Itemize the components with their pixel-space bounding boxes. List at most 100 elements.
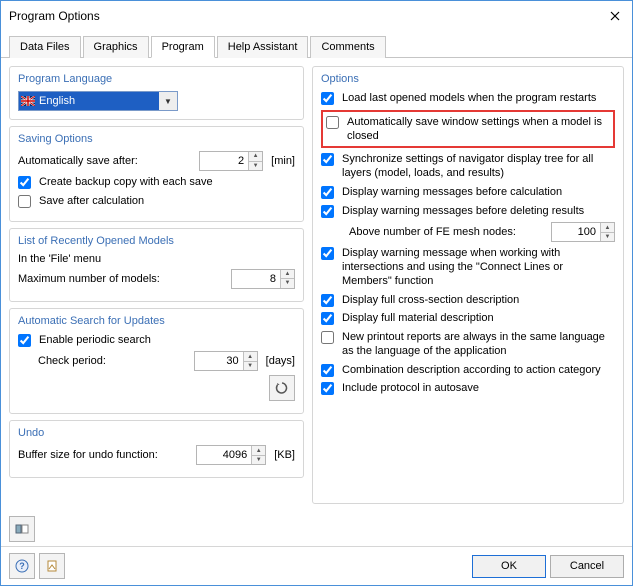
above-nodes-spinner[interactable]: ▲▼ [551, 222, 615, 242]
help-button[interactable]: ? [9, 553, 35, 579]
warn-delete-label: Display warning messages before deleting… [342, 204, 615, 219]
check-period-spinner[interactable]: ▲▼ [194, 351, 258, 371]
config-button[interactable] [9, 516, 35, 542]
reports-lang-checkbox[interactable] [321, 331, 334, 344]
full-mat-label: Display full material description [342, 311, 615, 326]
warn-calc-checkbox[interactable] [321, 186, 334, 199]
highlighted-option: Automatically save window settings when … [321, 110, 615, 149]
buffer-size-unit: [KB] [274, 449, 295, 461]
svg-text:?: ? [19, 561, 25, 571]
enable-periodic-checkbox[interactable] [18, 334, 31, 347]
spinner-up-icon[interactable]: ▲ [600, 223, 614, 233]
spinner-down-icon[interactable]: ▼ [251, 456, 265, 465]
refresh-icon [275, 381, 289, 395]
warn-calc-label: Display warning messages before calculat… [342, 185, 615, 200]
flag-icon [19, 92, 37, 110]
content: Program Language English ▼ [1, 58, 632, 512]
load-last-checkbox[interactable] [321, 92, 334, 105]
config-panel-icon [15, 522, 29, 536]
tab-data-files[interactable]: Data Files [9, 36, 81, 58]
file-menu-label: In the 'File' menu [18, 253, 295, 265]
spinner-down-icon[interactable]: ▼ [243, 362, 257, 371]
close-button[interactable] [604, 9, 626, 23]
full-cs-label: Display full cross-section description [342, 293, 615, 308]
tabs: Data Files Graphics Program Help Assista… [1, 31, 632, 58]
spinner-down-icon[interactable]: ▼ [600, 233, 614, 242]
auto-save-win-checkbox[interactable] [326, 116, 339, 129]
ok-button[interactable]: OK [472, 555, 546, 578]
group-title: Automatic Search for Updates [18, 315, 295, 327]
footer: ? OK Cancel [1, 546, 632, 585]
buffer-size-label: Buffer size for undo function: [18, 449, 192, 461]
help-icon: ? [15, 559, 29, 573]
warn-delete-checkbox[interactable] [321, 205, 334, 218]
spinner-down-icon[interactable]: ▼ [280, 279, 294, 288]
buffer-size-spinner[interactable]: ▲▼ [196, 445, 266, 465]
include-protocol-label: Include protocol in autosave [342, 381, 615, 396]
above-nodes-label: Above number of FE mesh nodes: [349, 226, 547, 238]
check-period-label: Check period: [38, 355, 190, 367]
backup-checkbox[interactable] [18, 176, 31, 189]
left-column: Program Language English ▼ [9, 66, 304, 504]
language-select[interactable]: English ▼ [18, 91, 178, 111]
max-models-input[interactable] [232, 270, 280, 288]
toolbar-below [1, 512, 632, 546]
auto-save-input[interactable] [200, 152, 248, 170]
warn-intersections-checkbox[interactable] [321, 247, 334, 260]
auto-save-win-label: Automatically save window settings when … [347, 115, 610, 144]
auto-save-spinner[interactable]: ▲▼ [199, 151, 263, 171]
document-icon [45, 559, 59, 573]
spinner-down-icon[interactable]: ▼ [248, 162, 262, 171]
tab-graphics[interactable]: Graphics [83, 36, 149, 58]
spinner-up-icon[interactable]: ▲ [243, 352, 257, 362]
spinner-up-icon[interactable]: ▲ [280, 270, 294, 280]
cancel-button[interactable]: Cancel [550, 555, 624, 578]
close-icon [610, 11, 620, 21]
group-updates: Automatic Search for Updates Enable peri… [9, 308, 304, 415]
spinner-up-icon[interactable]: ▲ [251, 446, 265, 456]
backup-label: Create backup copy with each save [39, 175, 295, 190]
load-last-label: Load last opened models when the program… [342, 91, 615, 106]
window-title: Program Options [9, 9, 604, 23]
group-title: Program Language [18, 73, 295, 85]
group-options: Options Load last opened models when the… [312, 66, 624, 504]
auto-save-unit: [min] [271, 155, 295, 167]
group-title: List of Recently Opened Models [18, 235, 295, 247]
default-button[interactable] [39, 553, 65, 579]
sync-tree-checkbox[interactable] [321, 153, 334, 166]
tab-program[interactable]: Program [151, 36, 215, 58]
program-options-dialog: Program Options Data Files Graphics Prog… [0, 0, 633, 586]
tab-help-assistant[interactable]: Help Assistant [217, 36, 309, 58]
max-models-spinner[interactable]: ▲▼ [231, 269, 295, 289]
combo-desc-checkbox[interactable] [321, 364, 334, 377]
group-recent-models: List of Recently Opened Models In the 'F… [9, 228, 304, 302]
tab-comments[interactable]: Comments [310, 36, 385, 58]
save-after-calc-label: Save after calculation [39, 194, 295, 209]
sync-tree-label: Synchronize settings of navigator displa… [342, 152, 615, 181]
group-title: Options [321, 73, 615, 85]
spinner-up-icon[interactable]: ▲ [248, 152, 262, 162]
combo-desc-label: Combination description according to act… [342, 363, 615, 378]
full-cs-checkbox[interactable] [321, 294, 334, 307]
save-after-calc-checkbox[interactable] [18, 195, 31, 208]
warn-intersections-label: Display warning message when working wit… [342, 246, 615, 288]
max-models-label: Maximum number of models: [18, 273, 227, 285]
full-mat-checkbox[interactable] [321, 312, 334, 325]
above-nodes-input[interactable] [552, 223, 600, 241]
check-period-unit: [days] [266, 355, 295, 367]
group-title: Saving Options [18, 133, 295, 145]
check-period-input[interactable] [195, 352, 243, 370]
group-title: Undo [18, 427, 295, 439]
group-undo: Undo Buffer size for undo function: ▲▼ [… [9, 420, 304, 478]
reports-lang-label: New printout reports are always in the s… [342, 330, 615, 359]
include-protocol-checkbox[interactable] [321, 382, 334, 395]
titlebar: Program Options [1, 1, 632, 31]
language-selected-text: English [37, 92, 159, 110]
group-saving-options: Saving Options Automatically save after:… [9, 126, 304, 222]
group-program-language: Program Language English ▼ [9, 66, 304, 120]
check-now-button[interactable] [269, 375, 295, 401]
buffer-size-input[interactable] [197, 446, 251, 464]
chevron-down-icon: ▼ [159, 92, 177, 110]
auto-save-label: Automatically save after: [18, 155, 195, 167]
right-column: Options Load last opened models when the… [312, 66, 624, 504]
